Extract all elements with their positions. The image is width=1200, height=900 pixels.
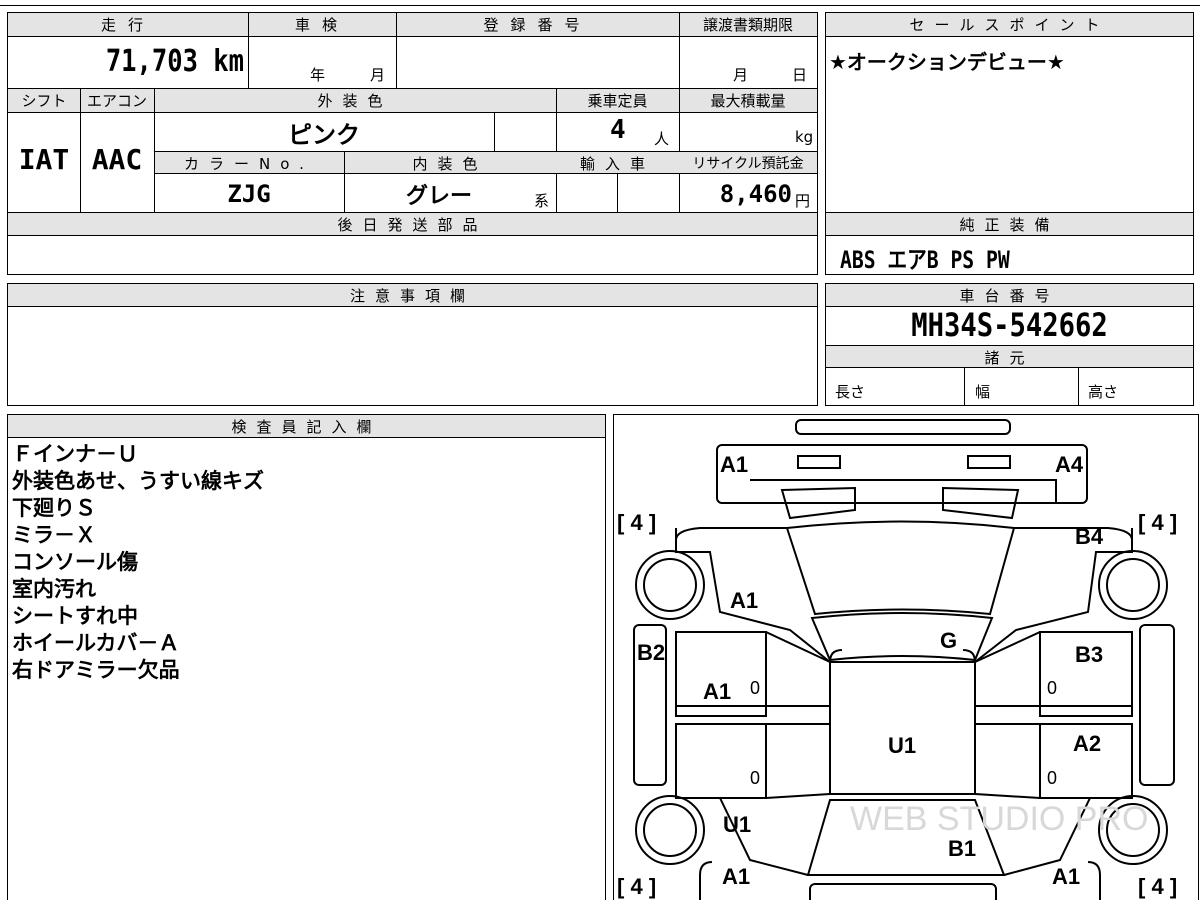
- shift-header: シフト: [21, 92, 67, 110]
- inspector-note: ホイールカバ－Ａ: [12, 631, 180, 655]
- inspector-note: 外装色あせ、うすい線キズ: [12, 469, 264, 493]
- damage-label-windshield: G: [940, 628, 958, 653]
- spec-width-label: 幅: [975, 383, 991, 401]
- tire-depth-value: 4: [1151, 510, 1164, 535]
- color-no-value: ZJG: [227, 180, 271, 208]
- aircon-header: エアコン: [86, 92, 147, 110]
- damage-label-left-front-door: A1: [703, 679, 732, 704]
- chassis-no-header: 車台番号: [959, 287, 1060, 305]
- inspector-note: ミラ－Ｘ: [12, 523, 96, 547]
- chassis-no-value: MH34S-542662: [911, 306, 1108, 344]
- exterior-color-header: 外装色: [317, 92, 393, 110]
- car-outline-diagram: WEB STUDIO PRO: [633, 419, 1175, 900]
- capacity-value: 4: [610, 115, 626, 145]
- inspector-note: 右ドアミラー欠品: [12, 658, 180, 682]
- registration-header: 登録番号: [483, 16, 592, 34]
- mileage-header: 走行: [100, 16, 155, 34]
- deadline-month-unit: 月: [733, 66, 749, 84]
- interior-color-header: 内装色: [412, 155, 488, 173]
- tire-depth-rear-left: [ 4 ]: [617, 874, 657, 899]
- damage-label-front-left: A1: [720, 452, 749, 477]
- capacity-header: 乗車定員: [587, 92, 648, 110]
- damage-label-right-rear-door: A2: [1073, 731, 1102, 756]
- interior-color-value: グレー: [405, 184, 472, 209]
- color-no-header: カラーNo.: [184, 155, 314, 173]
- inspector-header: 検査員記入欄: [231, 418, 382, 436]
- tire-depth-value: 4: [630, 510, 643, 535]
- damage-label-left-front-fender: A1: [730, 588, 759, 613]
- tire-depth-front-right: [ 4 ]: [1138, 510, 1178, 535]
- transfer-deadline-header: 譲渡書類期限: [702, 16, 793, 34]
- shift-value: IAT: [18, 143, 70, 176]
- inspection-year-unit: 年: [310, 66, 326, 84]
- door-zero-right-rear: 0: [1047, 768, 1058, 788]
- spec-height-label: 高さ: [1088, 383, 1119, 401]
- damage-label-rear-glass: B1: [948, 836, 977, 861]
- deadline-day-unit: 日: [792, 66, 808, 84]
- damage-label-right-front-door: B3: [1075, 642, 1104, 667]
- cropped-top-strip: [0, 0, 1200, 6]
- max-load-unit: kg: [795, 128, 814, 146]
- tire-depth-front-left: [ 4 ]: [617, 510, 657, 535]
- inspector-note: 下廻りＳ: [12, 496, 96, 520]
- recycle-deposit-header: リサイクル預託金: [692, 156, 804, 172]
- damage-label-front-right: A4: [1055, 452, 1084, 477]
- door-zero-right-front: 0: [1047, 678, 1058, 698]
- later-parts-header: 後日発送部品: [337, 216, 488, 234]
- inspector-note: シートすれ中: [12, 604, 138, 628]
- tire-depth-rear-right: [ 4 ]: [1138, 874, 1178, 899]
- sales-point-value: ★オークションデビュー★: [829, 50, 1065, 74]
- imported-header: 輸入車: [579, 155, 655, 173]
- aircon-value: AAC: [91, 143, 143, 176]
- recycle-unit: 円: [795, 192, 811, 210]
- damage-label-rear-right: A1: [1052, 864, 1081, 889]
- inspector-note: Ｆインナ－Ｕ: [12, 442, 138, 466]
- interior-color-suffix: 系: [534, 192, 550, 210]
- inspection-month-unit: 月: [370, 66, 386, 84]
- inspector-note: 室内汚れ: [12, 577, 96, 601]
- door-zero-left-rear: 0: [750, 768, 761, 788]
- tire-depth-value: 4: [1151, 874, 1164, 899]
- damage-label-left-skirt: B2: [637, 640, 666, 665]
- damage-label-roof: U1: [888, 733, 917, 758]
- inspector-notes-list: Ｆインナ－Ｕ 外装色あせ、うすい線キズ 下廻りＳ ミラ－Ｘ コンソール傷 室内汚…: [12, 441, 264, 684]
- watermark: WEB STUDIO PRO: [850, 800, 1148, 838]
- mileage-value: 71,703 km: [105, 44, 244, 79]
- damage-label-right-front-fender: B4: [1075, 524, 1104, 549]
- recycle-value: 8,460: [719, 180, 792, 208]
- capacity-unit: 人: [654, 130, 670, 148]
- exterior-color-value: ピンク: [288, 121, 360, 149]
- inspector-note: コンソール傷: [12, 550, 138, 574]
- spec-length-label: 長さ: [835, 383, 866, 401]
- notes-header: 注意事項欄: [349, 287, 475, 305]
- genuine-equipment-value: ABS エアB PS PW: [840, 246, 1010, 274]
- genuine-equipment-header: 純正装備: [959, 216, 1060, 234]
- damage-label-left-rear-fender: U1: [723, 812, 752, 837]
- door-zero-left-front: 0: [750, 678, 761, 698]
- specs-header: 諸元: [984, 349, 1035, 367]
- max-load-header: 最大積載量: [710, 92, 786, 110]
- inspection-header: 車検: [294, 16, 349, 34]
- sales-point-header: セールスポイント: [909, 16, 1110, 34]
- tire-depth-value: 4: [630, 874, 643, 899]
- damage-label-rear-left: A1: [722, 864, 751, 889]
